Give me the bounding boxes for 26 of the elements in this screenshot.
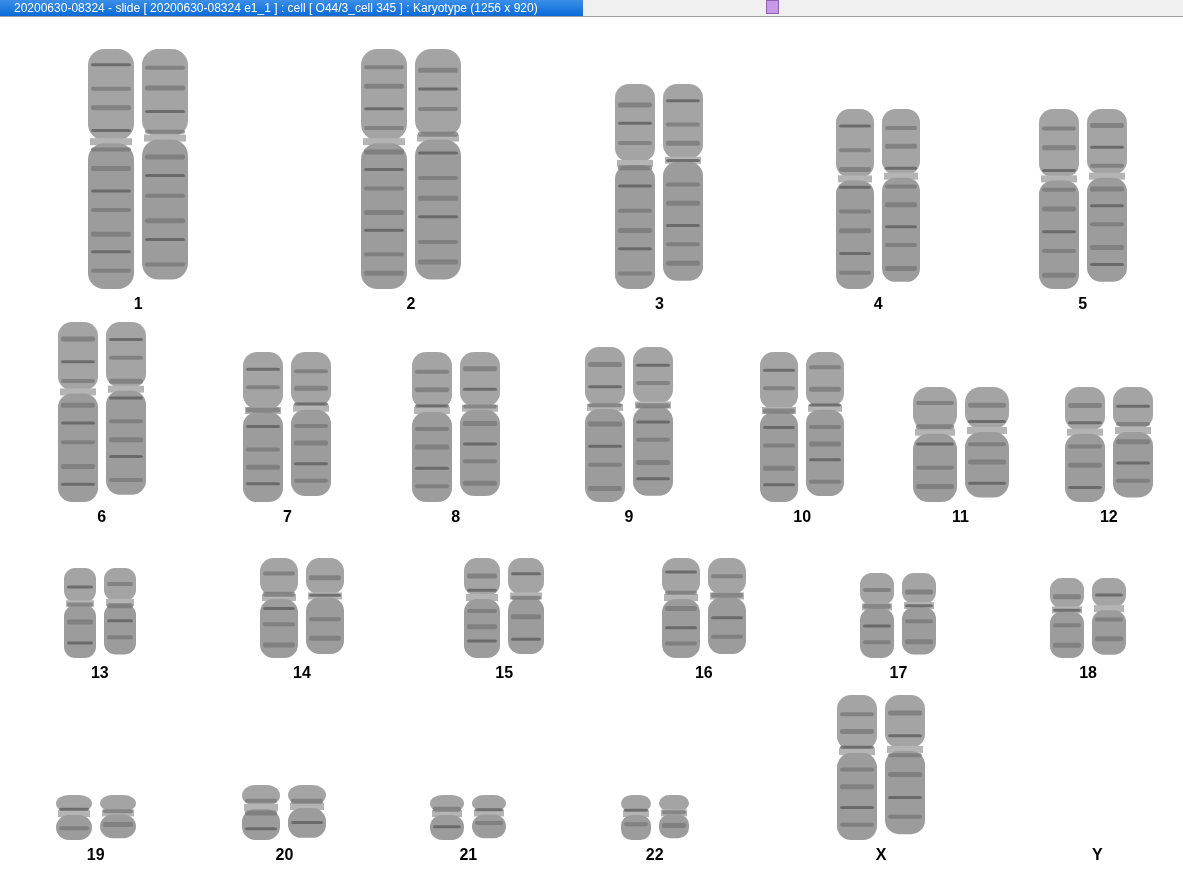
chromosome-label: 8 — [451, 508, 461, 526]
chromosome-label: 17 — [889, 664, 908, 682]
chromosome-label: Y — [1091, 846, 1103, 864]
window-title: 20200630-08324 - slide [ 20200630-08324 e1_1 ] : cell [ O44/3_cell 345 ] : Karyotype (1256 x 920) — [0, 0, 583, 16]
chromosome-label: 16 — [694, 664, 713, 682]
chromosome-label: 18 — [1079, 664, 1097, 682]
chromosome-label: 5 — [1078, 295, 1088, 313]
chromosome-label: 9 — [624, 508, 634, 526]
chromosome-label: X — [875, 846, 887, 864]
chromosome-label: 12 — [1099, 508, 1118, 526]
chromosome-label: 19 — [86, 846, 105, 864]
chromosome-label: 15 — [495, 664, 514, 682]
chromosome-label: 13 — [90, 664, 109, 682]
chromosome-label: 21 — [459, 846, 478, 864]
chromosome-label: 7 — [282, 508, 292, 526]
chromosome-label: 10 — [793, 508, 812, 526]
chromosome-label: 20 — [275, 846, 294, 864]
chromosome-label: 22 — [645, 846, 664, 864]
chromosome-label: 11 — [952, 508, 969, 526]
handle-icon[interactable] — [766, 0, 779, 14]
chromosome-label: 4 — [873, 295, 883, 313]
chromosome-label: 6 — [97, 508, 107, 526]
chromosome-label: 2 — [406, 295, 416, 313]
chromosome-label: 1 — [133, 295, 143, 313]
chromosome-label: 14 — [293, 664, 311, 682]
chromosome-label: 3 — [655, 295, 664, 313]
